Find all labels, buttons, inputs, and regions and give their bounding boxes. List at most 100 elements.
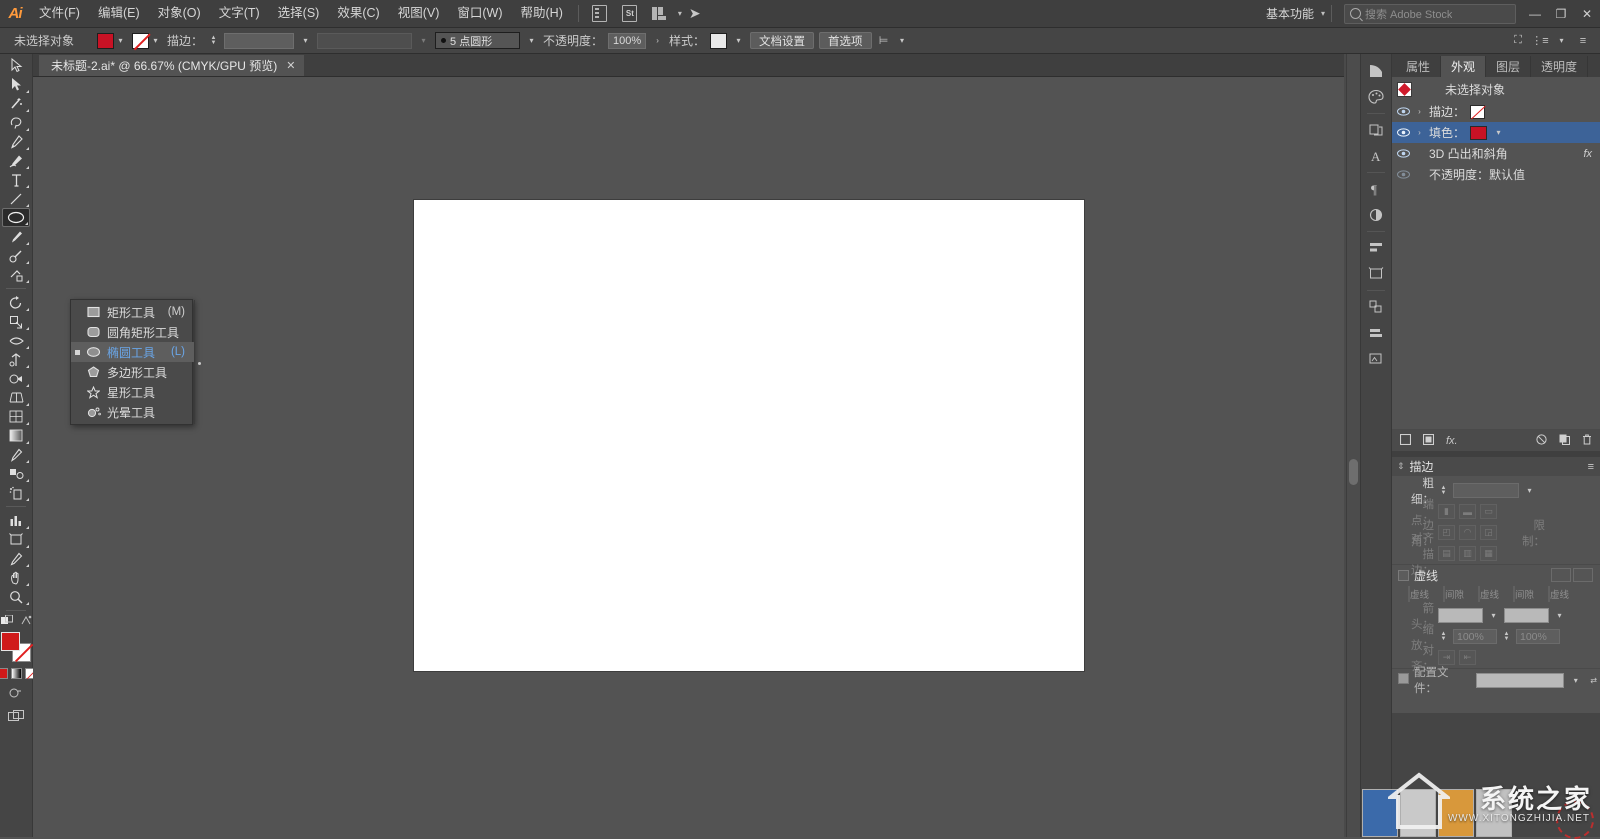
stroke-weight-stepper[interactable]: ▲▼ — [1438, 483, 1449, 499]
flyout-item-flare[interactable]: 光晕工具 — [71, 402, 194, 422]
fx-icon[interactable]: fx — [1583, 148, 1592, 160]
appearance-stroke-swatch[interactable] — [1470, 105, 1485, 119]
projecting-cap-icon[interactable]: ▭ — [1480, 504, 1497, 519]
stock-icon[interactable]: St — [619, 5, 641, 23]
canvas-area[interactable]: 未标题-2.ai* @ 66.67% (CMYK/GPU 预览) ✕ — [33, 54, 1360, 837]
tool-selection[interactable] — [2, 56, 30, 75]
tool-rotate[interactable] — [2, 293, 30, 312]
tool-curvature[interactable] — [2, 151, 30, 170]
fill-swatch[interactable] — [97, 33, 114, 49]
appearance-row-fill[interactable]: › 填色： ▾ — [1392, 122, 1600, 143]
tool-eyedropper[interactable] — [2, 445, 30, 464]
document-tab[interactable]: 未标题-2.ai* @ 66.67% (CMYK/GPU 预览) ✕ — [39, 55, 304, 76]
panel-options-icon[interactable]: ⋮≡ — [1533, 34, 1547, 47]
restore-button[interactable]: ❐ — [1548, 0, 1574, 27]
appearance-row-3d-extrude[interactable]: 3D 凸出和斜角 fx — [1392, 143, 1600, 164]
add-effect-icon[interactable]: fx. — [1446, 435, 1458, 447]
paragraph-icon[interactable]: ¶ — [1363, 176, 1389, 202]
stroke-swatch-none[interactable] — [132, 33, 149, 49]
round-join-icon[interactable]: ◠ — [1459, 525, 1476, 540]
place-arrow-at-end-icon[interactable]: ⇤ — [1459, 650, 1476, 665]
workspace-switcher[interactable]: 基本功能 — [1262, 5, 1318, 22]
stroke-panel-header[interactable]: ⇕ 描边 ≡ — [1392, 457, 1600, 476]
tool-gradient[interactable] — [2, 426, 30, 445]
gap-field-1[interactable]: 间隙 — [1443, 587, 1474, 601]
graphic-style-swatch[interactable] — [710, 33, 727, 49]
tool-hand[interactable] — [2, 568, 30, 587]
flyout-item-rounded-rectangle[interactable]: 圆角矩形工具 — [71, 322, 194, 342]
control-overflow-chevron-icon[interactable]: ▾ — [1555, 33, 1568, 49]
scrollbar-thumb[interactable] — [1349, 459, 1358, 485]
scale-end-stepper[interactable]: ▲▼ — [1501, 629, 1512, 645]
edit-toolbar-row[interactable] — [1, 615, 32, 626]
menu-window[interactable]: 窗口(W) — [448, 0, 511, 27]
tool-direct-selection[interactable] — [2, 75, 30, 94]
tool-blob-brush[interactable] — [2, 246, 30, 265]
stroke-weight-stepper[interactable]: ▲▼ — [208, 33, 219, 49]
menu-help[interactable]: 帮助(H) — [512, 0, 572, 27]
tool-scale[interactable] — [2, 312, 30, 331]
stroke-profile-select[interactable] — [1476, 673, 1565, 688]
visibility-eye-icon[interactable] — [1397, 147, 1410, 160]
document-tab-close-icon[interactable]: ✕ — [286, 59, 295, 72]
arrow-scale-end-input[interactable]: 100% — [1516, 629, 1560, 644]
opacity-icon[interactable] — [1363, 202, 1389, 228]
fill-color-control[interactable]: ▾ — [97, 33, 127, 49]
menu-select[interactable]: 选择(S) — [269, 0, 329, 27]
tab-properties[interactable]: 属性 — [1396, 56, 1441, 77]
tool-slice[interactable] — [2, 549, 30, 568]
tool-type[interactable] — [2, 170, 30, 189]
flyout-item-ellipse[interactable]: 椭圆工具 (L) — [71, 342, 194, 362]
butt-cap-icon[interactable]: ▮ — [1438, 504, 1455, 519]
dash-field-2[interactable]: 虚线 — [1478, 587, 1509, 601]
dash-alignment-buttons[interactable] — [1551, 568, 1593, 582]
bevel-join-icon[interactable]: ◲ — [1480, 525, 1497, 540]
menu-object[interactable]: 对象(O) — [149, 0, 210, 27]
flip-profile-icon[interactable]: ⇄ — [1587, 672, 1600, 688]
flyout-tearoff-handle[interactable] — [194, 300, 195, 424]
align-inside-stroke-icon[interactable]: ▥ — [1459, 546, 1476, 561]
visibility-eye-icon[interactable] — [1397, 105, 1410, 118]
stroke-chevron-down-icon[interactable]: ▾ — [149, 33, 162, 49]
pathfinder-icon[interactable] — [1363, 294, 1389, 320]
arrange-documents-icon[interactable] — [649, 5, 671, 23]
tool-symbol-sprayer[interactable] — [2, 483, 30, 502]
brush-chevron-down-icon[interactable]: ▾ — [525, 33, 538, 49]
stroke-profile-chevron-down-icon[interactable]: ▾ — [1569, 672, 1582, 688]
brush-definition-select[interactable]: 5 点圆形 — [435, 32, 520, 49]
tool-blend[interactable] — [2, 464, 30, 483]
style-chevron-down-icon[interactable]: ▾ — [732, 33, 745, 49]
stroke-weight-chevron-down-icon[interactable]: ▾ — [299, 33, 312, 49]
appearance-fill-chevron-down-icon[interactable]: ▾ — [1492, 125, 1505, 141]
appearance-row-stroke[interactable]: › 描边： — [1392, 101, 1600, 122]
flyout-item-star[interactable]: 星形工具 — [71, 382, 194, 402]
tab-layers[interactable]: 图层 — [1486, 56, 1531, 77]
workspace-chevron-icon[interactable]: ▾ — [1321, 9, 1325, 18]
bridge-icon[interactable] — [589, 5, 611, 23]
color-button[interactable] — [0, 668, 8, 679]
arrowhead-end-chevron-icon[interactable]: ▾ — [1553, 608, 1566, 624]
rocket-icon[interactable]: ➤ — [686, 5, 708, 23]
screen-mode-icon[interactable] — [8, 710, 24, 725]
stroke-weight-input[interactable] — [1453, 483, 1519, 498]
close-button[interactable]: ✕ — [1574, 0, 1600, 27]
tool-shape-builder[interactable] — [2, 369, 30, 388]
tool-paintbrush[interactable] — [2, 227, 30, 246]
extend-arrow-beyond-end-icon[interactable]: ⇥ — [1438, 650, 1455, 665]
menu-type[interactable]: 文字(T) — [210, 0, 269, 27]
tool-ellipse[interactable] — [2, 208, 30, 227]
drawing-mode-icon[interactable] — [9, 687, 23, 702]
variable-width-profile-select[interactable] — [317, 33, 412, 49]
visibility-eye-icon[interactable] — [1397, 126, 1410, 139]
arrow-scale-start-input[interactable]: 100% — [1453, 629, 1497, 644]
arrange-chevron-icon[interactable]: ▾ — [678, 9, 682, 18]
clear-appearance-icon[interactable] — [1536, 434, 1547, 448]
panel-grip-icon[interactable]: ⇕ — [1397, 461, 1405, 472]
libraries-icon[interactable] — [1363, 58, 1389, 84]
tool-artboard[interactable] — [2, 530, 30, 549]
dash-field-3[interactable]: 虚线 — [1548, 587, 1579, 601]
shape-tools-flyout-menu[interactable]: 矩形工具 (M) 圆角矩形工具 — [70, 299, 193, 425]
preferences-button[interactable]: 首选项 — [819, 32, 872, 49]
chevron-right-icon[interactable]: › — [1415, 128, 1424, 137]
stroke-weight-chevron-down-icon[interactable]: ▾ — [1523, 483, 1536, 499]
